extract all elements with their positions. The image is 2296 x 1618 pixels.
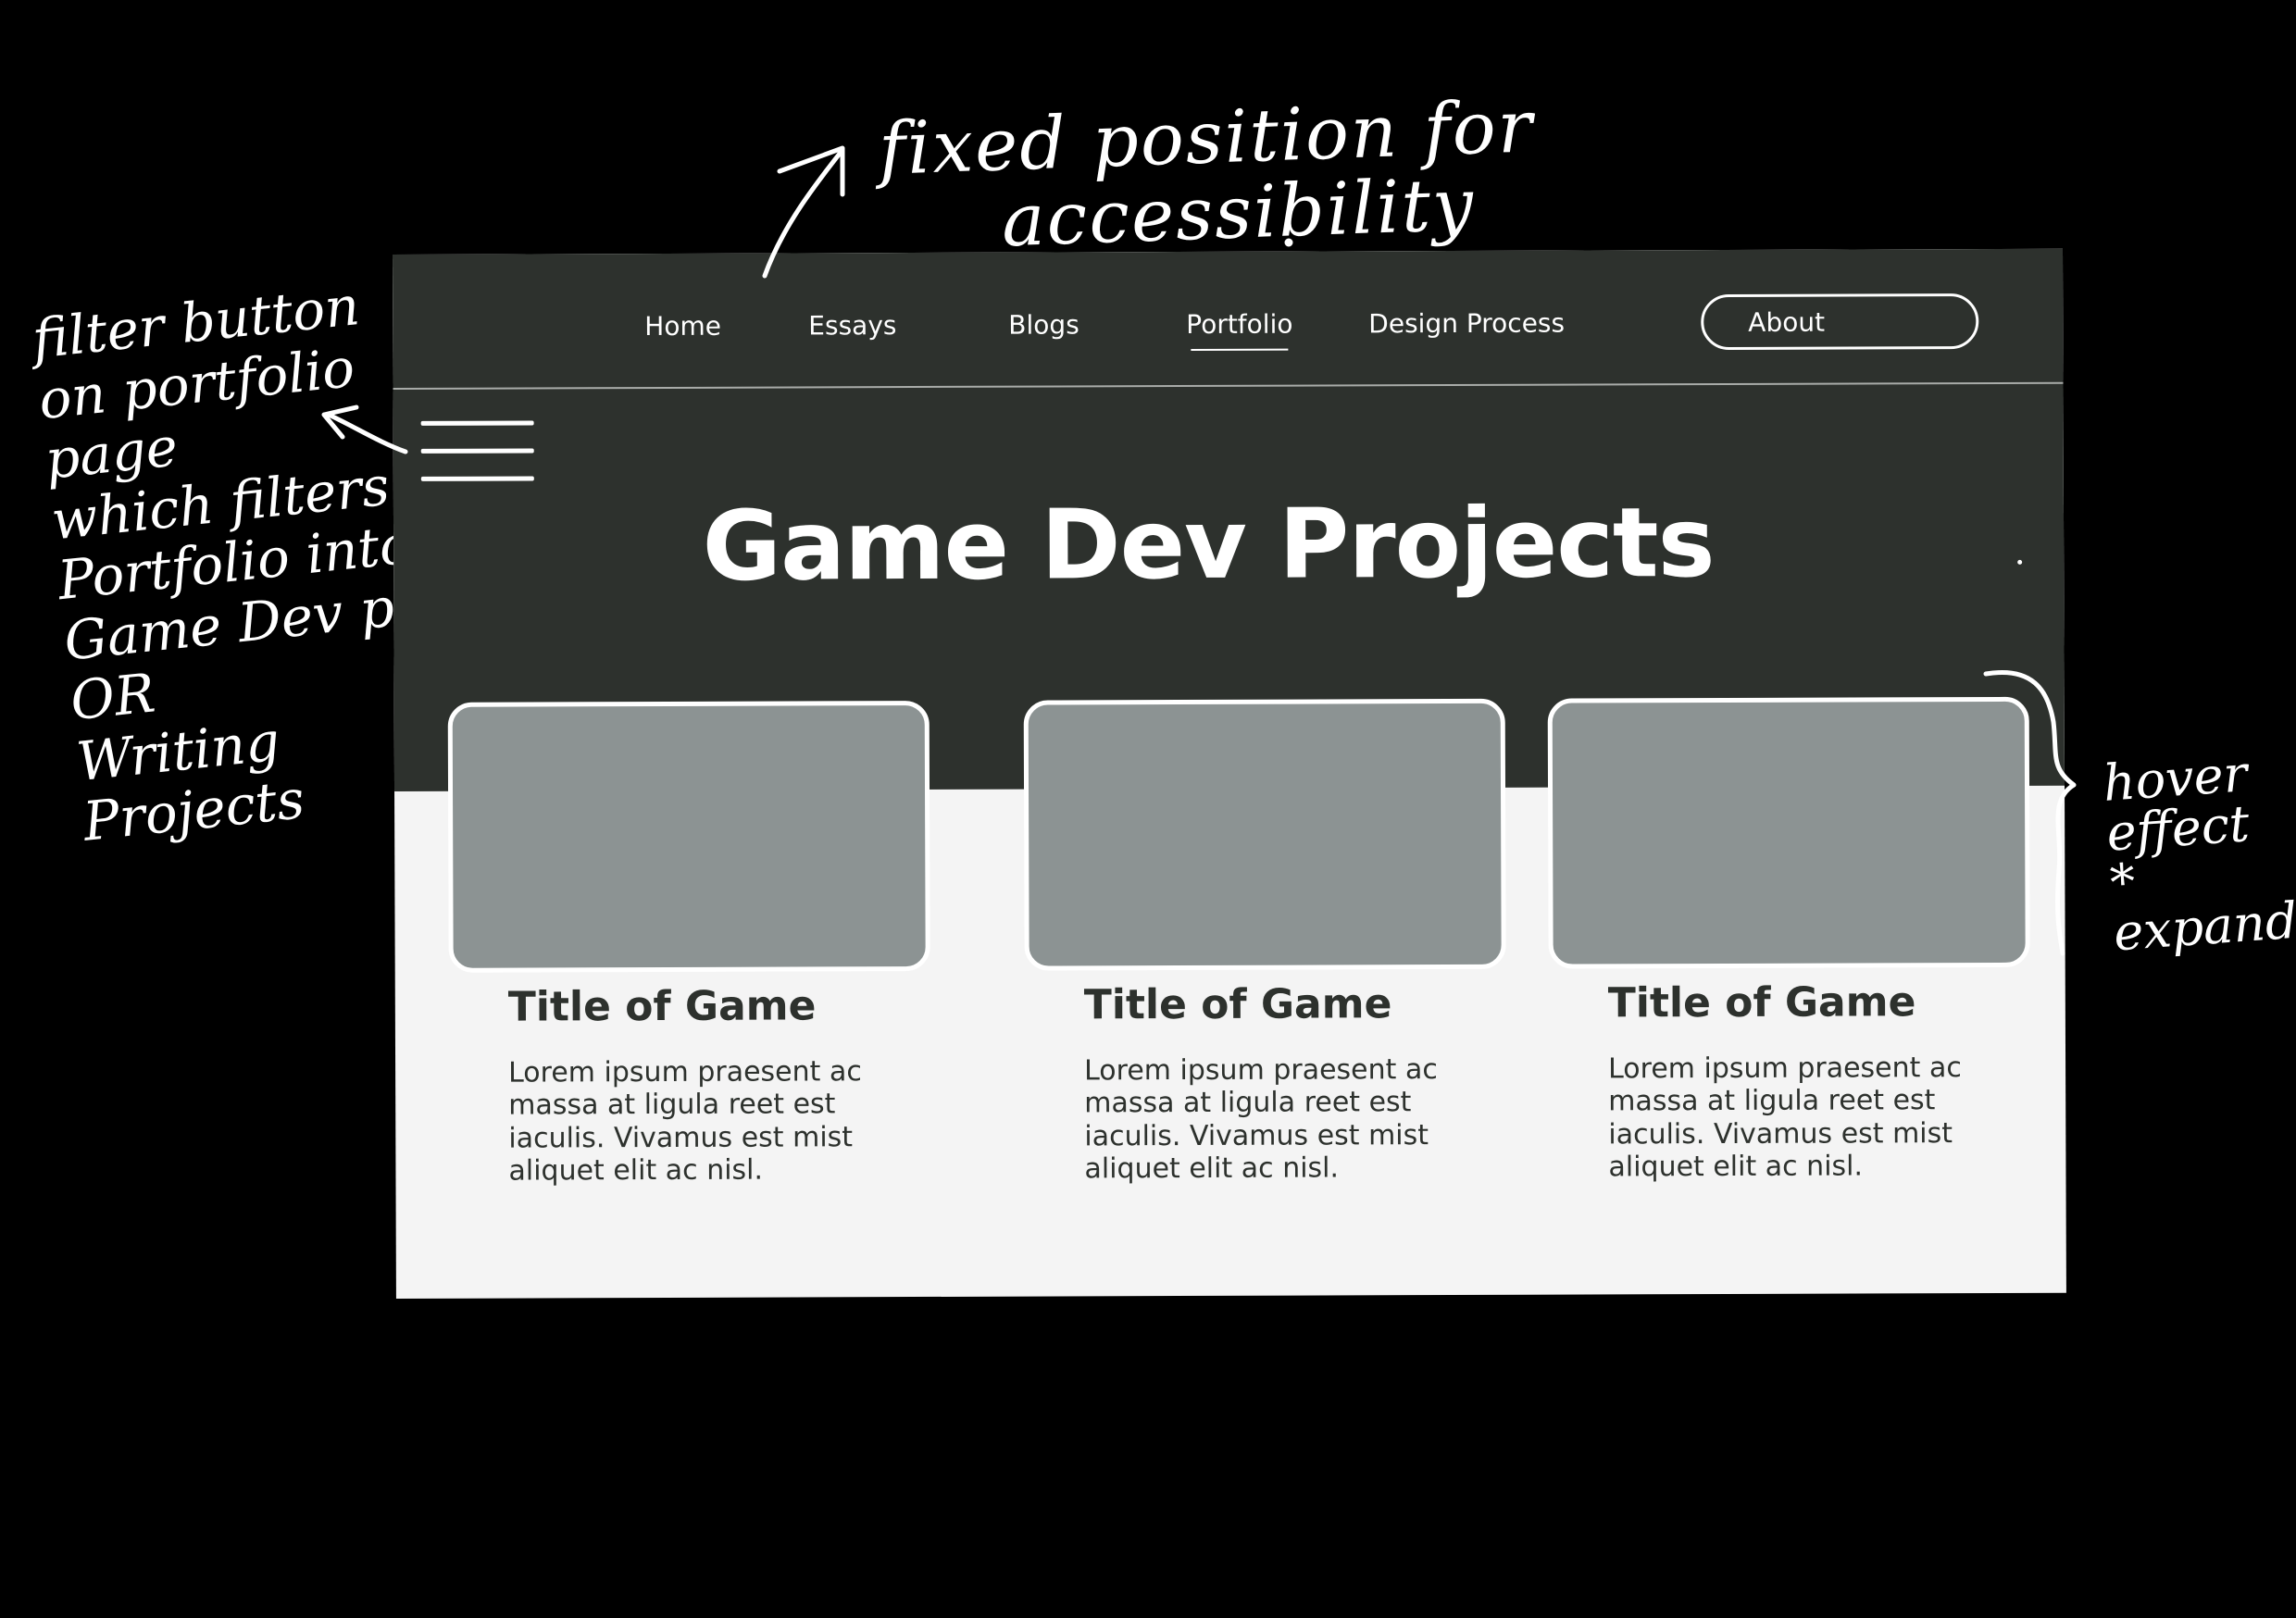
nav-item-portfolio[interactable]: Portfolio bbox=[1186, 309, 1292, 345]
card-thumbnail bbox=[1547, 696, 2030, 969]
card-description: Lorem ipsum praesent ac massa at ligula … bbox=[1608, 1052, 1962, 1184]
card-thumbnail bbox=[1023, 698, 1506, 971]
card-title: Title of Game bbox=[507, 982, 817, 1031]
card-description: Lorem ipsum praesent ac massa at ligula … bbox=[508, 1055, 862, 1188]
project-card[interactable]: Title of Game Lorem ipsum praesent ac ma… bbox=[447, 700, 931, 1188]
card-thumbnail bbox=[447, 700, 930, 973]
project-card[interactable]: Title of Game Lorem ipsum praesent ac ma… bbox=[1547, 696, 2031, 1184]
about-button[interactable]: About bbox=[1701, 293, 1979, 351]
decorative-dot bbox=[2017, 559, 2023, 565]
card-description: Lorem ipsum praesent ac massa at ligula … bbox=[1084, 1053, 1438, 1186]
page-title: Game Dev Projects bbox=[702, 486, 1715, 603]
card-title: Title of Game bbox=[1607, 978, 1916, 1027]
nav-item-blogs[interactable]: Blogs bbox=[1008, 309, 1079, 340]
filter-menu-icon[interactable] bbox=[420, 420, 534, 483]
card-title: Title of Game bbox=[1083, 980, 1392, 1029]
nav-item-home[interactable]: Home bbox=[644, 311, 721, 342]
nav-item-design-process[interactable]: Design Process bbox=[1368, 308, 1565, 340]
nav-item-essays[interactable]: Essays bbox=[808, 310, 896, 341]
annotation-top-line2: accessibility bbox=[1000, 163, 1477, 264]
annotation-hover-effect: hover effect * expands bbox=[2101, 744, 2296, 963]
project-card[interactable]: Title of Game Lorem ipsum praesent ac ma… bbox=[1023, 698, 1507, 1186]
top-navbar: Home Essays Blogs Portfolio Design Proce… bbox=[393, 248, 2064, 390]
website-mockup: Home Essays Blogs Portfolio Design Proce… bbox=[393, 248, 2066, 1299]
